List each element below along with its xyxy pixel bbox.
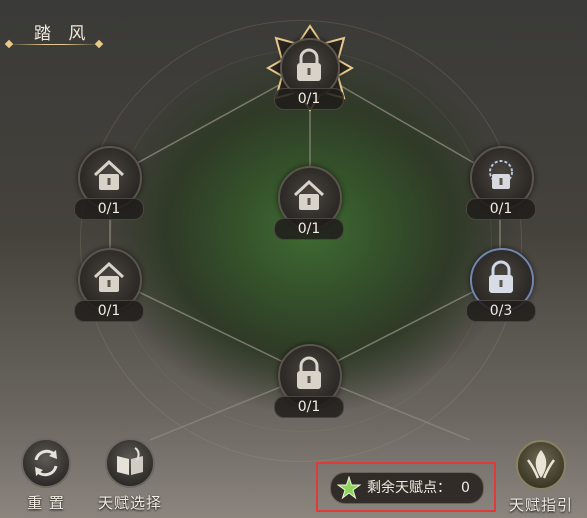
lock-icon (293, 179, 325, 210)
lock-icon (297, 48, 321, 81)
talent-node-left-1[interactable]: 0/1 (74, 146, 144, 220)
talent-node-top[interactable]: 0/1 (266, 24, 354, 112)
highlight-annotation-box (316, 462, 496, 512)
reset-label: 重 置 (27, 494, 65, 512)
talent-guide-label: 天赋指引 (508, 496, 573, 514)
lock-icon (93, 261, 125, 292)
node-count: 0/1 (74, 198, 144, 220)
node-count: 0/1 (274, 218, 344, 240)
talent-select-circle (105, 438, 155, 488)
talent-node-right-1[interactable]: 0/1 (466, 146, 536, 220)
reset-button[interactable]: 重 置 (18, 438, 74, 513)
talent-guide-circle (516, 440, 566, 490)
node-count: 0/1 (74, 300, 144, 322)
lock-icon (489, 260, 513, 293)
node-count: 0/1 (466, 198, 536, 220)
book-icon (117, 447, 143, 475)
talent-node-bottom[interactable]: 0/1 (274, 344, 344, 418)
node-count: 0/1 (274, 88, 344, 110)
lock-icon (93, 159, 125, 190)
node-count: 0/1 (274, 396, 344, 418)
talent-node-right-2[interactable]: 0/3 (466, 248, 536, 322)
node-count: 0/3 (466, 300, 536, 322)
talent-node-left-2[interactable]: 0/1 (74, 248, 144, 322)
talent-guide-button[interactable]: 天赋指引 (500, 440, 582, 515)
reset-button-circle (21, 438, 71, 488)
talent-node-center[interactable]: 0/1 (274, 166, 344, 240)
talent-select-label: 天赋选择 (97, 494, 162, 512)
refresh-icon (34, 449, 58, 477)
talent-select-button[interactable]: 天赋选择 (90, 438, 170, 513)
lock-icon (297, 356, 321, 389)
guide-emblem-icon (526, 450, 556, 479)
lock-icon (489, 160, 513, 189)
